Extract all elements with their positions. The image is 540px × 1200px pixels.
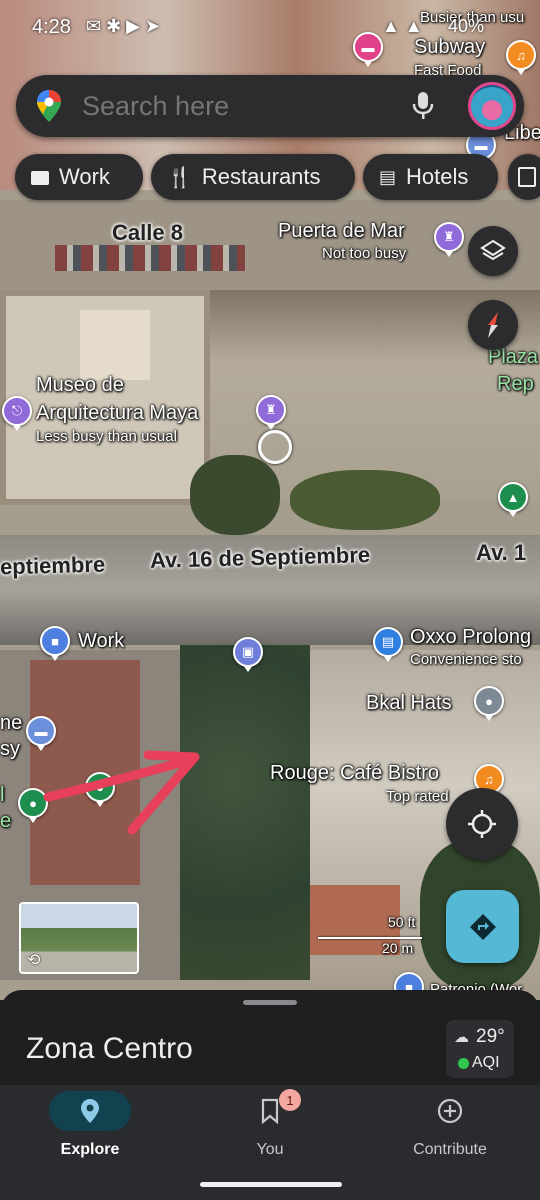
cloud-icon: ☁: [454, 1029, 469, 1046]
weather-temperature: 29°: [476, 1026, 505, 1047]
place-label-puerta-de-mar[interactable]: Puerta de Mar: [278, 220, 405, 242]
map-scale-bar: 50 ft 20 m: [318, 914, 424, 957]
home-gesture-bar[interactable]: [200, 1182, 342, 1187]
search-bar[interactable]: [16, 75, 524, 137]
chip-hotels-label: Hotels: [406, 164, 469, 189]
castle-pin-museo[interactable]: ♜: [256, 395, 286, 430]
satellite-tree-plaza: [190, 455, 280, 535]
place-label-left-edge[interactable]: ne: [0, 712, 22, 734]
location-pin-icon: [81, 1099, 99, 1123]
place-label-left-edge-2[interactable]: sy: [0, 738, 20, 760]
sheet-drag-handle[interactable]: [243, 1000, 297, 1005]
nav-contribute[interactable]: Contribute: [360, 1085, 540, 1185]
place-label-left-green[interactable]: l: [0, 784, 4, 806]
directions-button[interactable]: [446, 890, 519, 963]
fork-knife-icon: 🍴: [167, 166, 192, 189]
place-label-rouge[interactable]: Rouge: Café Bistro: [270, 762, 439, 784]
place-label-work[interactable]: Work: [78, 630, 124, 652]
place-status-oxxo: Convenience sto: [410, 651, 522, 668]
road-label-calle-8: Calle 8: [112, 220, 183, 245]
satellite-parked-cars: [55, 245, 245, 271]
nav-you-icon-wrap: 1: [229, 1089, 311, 1131]
red-annotation-arrow: [43, 750, 200, 835]
place-status-puerta: Not too busy: [322, 245, 407, 262]
bottom-navigation: Explore 1 You Contribute: [0, 1085, 540, 1200]
compass-icon: [488, 312, 498, 338]
place-label-bkal-hats[interactable]: Bkal Hats: [366, 692, 452, 714]
compass-button[interactable]: [468, 300, 518, 350]
road-label-av-right: Av. 1: [476, 540, 527, 565]
place-label-left-green-2[interactable]: e: [0, 810, 11, 832]
rotate-360-icon: ⟲: [27, 952, 41, 969]
road-label-septiembre-left: eptiembre: [0, 551, 106, 580]
castle-pin-puerta[interactable]: ♜: [434, 222, 464, 257]
sheet-title: Zona Centro: [26, 1032, 193, 1065]
nav-explore-label: Explore: [60, 1141, 120, 1158]
chip-work-label: Work: [59, 164, 110, 189]
add-circle-icon: [437, 1098, 463, 1124]
status-time: 4:28: [32, 16, 71, 38]
street-view-thumbnail[interactable]: ⟲: [19, 902, 139, 974]
place-label-plaza-2[interactable]: Rep: [497, 373, 534, 395]
aqi-label: AQI: [472, 1054, 500, 1071]
chip-hotels[interactable]: ▤ Hotels: [363, 154, 498, 200]
nav-explore[interactable]: Explore: [0, 1085, 180, 1185]
bottom-sheet[interactable]: Zona Centro ☁ 29° AQI: [0, 990, 540, 1085]
store-pin-oxxo[interactable]: ▤: [373, 627, 403, 662]
store-pin-bkal[interactable]: ●: [474, 686, 504, 721]
place-label-museo-line2[interactable]: Arquitectura Maya: [36, 402, 198, 424]
nav-you[interactable]: 1 You: [180, 1085, 360, 1185]
bookmark-icon: [261, 1098, 279, 1124]
hotel-pin-top[interactable]: ▬: [353, 32, 383, 67]
place-label-oxxo[interactable]: Oxxo Prolong: [410, 626, 531, 648]
satellite-museum-court: [80, 310, 150, 380]
car-pin[interactable]: ▣: [233, 637, 263, 672]
scale-line: [318, 937, 422, 939]
weather-card[interactable]: ☁ 29° AQI: [446, 1020, 514, 1078]
museum-pin[interactable]: ⎋: [2, 396, 32, 431]
status-icons-right: ▲ ▲: [382, 16, 423, 36]
scale-meters: 20 m: [382, 940, 414, 956]
satellite-tree-plaza-2: [290, 470, 440, 530]
chip-restaurants-label: Restaurants: [201, 164, 321, 189]
avatar[interactable]: [468, 82, 516, 130]
crosshair-icon: [468, 810, 496, 838]
my-location-button[interactable]: [446, 788, 518, 860]
search-input[interactable]: [80, 89, 394, 123]
work-pin[interactable]: ■: [40, 626, 70, 661]
place-label-museo-line1[interactable]: Museo de: [36, 374, 124, 396]
place-status-museo: Less busy than usual: [36, 428, 177, 445]
chip-restaurants[interactable]: 🍴 Restaurants: [151, 154, 355, 200]
microphone-icon[interactable]: [412, 91, 434, 121]
google-maps-pin-icon: [37, 90, 61, 122]
status-battery: 40%: [448, 16, 485, 36]
shopping-bag-icon: [518, 167, 536, 187]
park-pin-right[interactable]: ▲: [498, 482, 528, 517]
nav-contribute-label: Contribute: [413, 1141, 487, 1158]
nav-contribute-icon-wrap: [409, 1091, 491, 1131]
layers-button[interactable]: [468, 226, 518, 276]
chip-more[interactable]: [508, 154, 540, 200]
layers-icon: [480, 239, 506, 261]
restaurant-pin-subway[interactable]: ♫: [506, 40, 536, 75]
place-label-subway[interactable]: Subway: [414, 36, 485, 58]
briefcase-icon: [31, 171, 49, 185]
directions-icon: [469, 913, 496, 940]
nav-you-label: You: [256, 1141, 284, 1158]
chip-work[interactable]: Work: [15, 154, 143, 200]
nav-explore-indicator: [49, 1091, 131, 1131]
bed-icon: ▤: [379, 166, 397, 187]
status-icons-left: ✉ ✱ ▶ ➤: [86, 16, 161, 36]
scale-feet: 50 ft: [388, 914, 416, 930]
place-status-rouge: Top rated: [386, 788, 449, 805]
aqi-status-dot: [458, 1058, 469, 1069]
notification-badge: 1: [279, 1089, 301, 1111]
location-target-marker: [258, 430, 292, 464]
